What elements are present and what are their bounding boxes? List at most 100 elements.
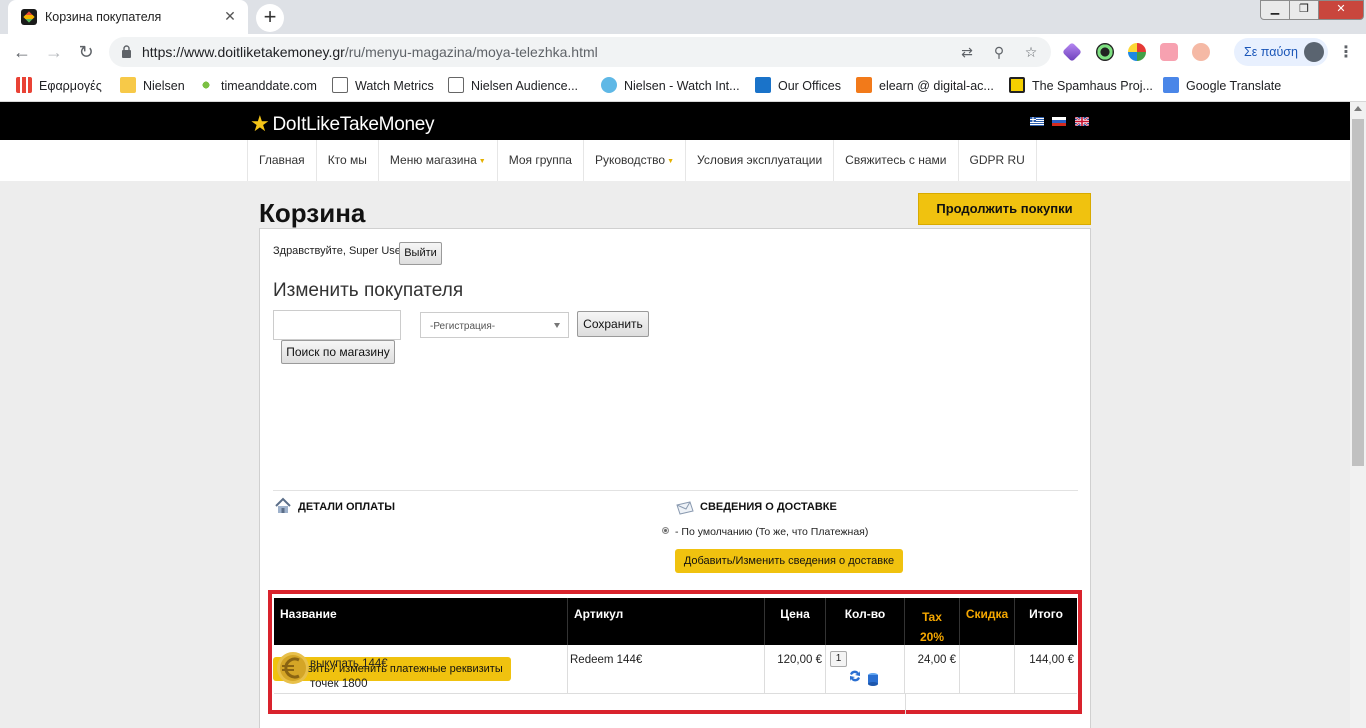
delete-item-icon[interactable] <box>867 672 879 686</box>
row-tax-cell: 24,00 € <box>905 645 960 693</box>
row-sku-cell: Redeem 144€ <box>568 645 765 693</box>
bookmark-nielsen-audience[interactable]: Nielsen Audience... <box>448 77 578 95</box>
google-translate-icon <box>1163 77 1179 93</box>
bookmark-apps[interactable]: Εφαρμογές <box>16 77 102 95</box>
camera-extension-icon[interactable] <box>1096 43 1114 61</box>
section-divider <box>273 490 1078 491</box>
nav-about[interactable]: Кто мы <box>317 140 379 181</box>
back-arrow-icon[interactable]: ← <box>10 40 34 64</box>
timeanddate-icon <box>198 77 214 93</box>
col-price: Цена <box>765 598 826 645</box>
row-price-cell: 120,00 € <box>765 645 826 693</box>
spamhaus-icon <box>1009 77 1025 93</box>
nav-guide[interactable]: Руководство ▼ <box>584 140 687 181</box>
browser-toolbar: ← → ↻ https://www.doitliketakemoney.gr/r… <box>0 34 1366 70</box>
feather-extension-icon[interactable] <box>1062 42 1082 62</box>
translate-icon[interactable]: ⇄ <box>958 43 976 61</box>
reload-icon[interactable]: ↻ <box>74 40 98 64</box>
profile-button[interactable]: Σε παύση <box>1234 38 1328 66</box>
site-logo[interactable]: ★ DoItLikeTakeMoney <box>250 111 435 137</box>
update-quantity-icon[interactable] <box>848 669 862 683</box>
tab-close-icon[interactable]: ✕ <box>222 8 238 24</box>
n-logo-icon <box>755 77 771 93</box>
russian-flag-icon[interactable] <box>1052 117 1066 126</box>
bookmark-our-offices[interactable]: Our Offices <box>755 77 841 95</box>
tab-strip: Корзина покупателя ✕ + ▁ ❐ ✕ <box>0 0 1366 34</box>
logout-button[interactable]: Выйти <box>399 242 442 265</box>
continue-shopping-button[interactable]: Продолжить покупки <box>918 193 1091 225</box>
nav-terms[interactable]: Условия эксплуатации <box>686 140 835 181</box>
new-tab-button[interactable]: + <box>256 4 284 32</box>
shipping-default-label: - По умолчанию (То же, что Платежная) <box>675 526 869 538</box>
url-text: https://www.doitliketakemoney.gr/ru/meny… <box>142 44 598 60</box>
address-bar[interactable]: https://www.doitliketakemoney.gr/ru/meny… <box>109 37 1051 67</box>
shop-search-button[interactable]: Поиск по магазину <box>281 340 395 364</box>
table-header-row: Название Артикул Цена Кол-во Tax 20% Ски… <box>274 598 1077 645</box>
col-tax-label: Tax <box>922 610 942 624</box>
browser-tab-active[interactable]: Корзина покупателя ✕ <box>8 0 248 34</box>
product-name[interactable]: выкупать 144€ <box>310 654 388 674</box>
bookmark-nielsen[interactable]: Nielsen <box>120 77 185 95</box>
bookmark-nielsen-watch[interactable]: Nielsen - Watch Int... <box>601 77 740 95</box>
col-tax: Tax 20% <box>905 598 960 645</box>
uk-flag-icon[interactable] <box>1075 117 1089 126</box>
window-maximize-button[interactable]: ❐ <box>1289 0 1319 20</box>
row-total-cell: 144,00 € <box>1029 654 1074 666</box>
folder-icon <box>120 77 136 93</box>
col-tax-rate: 20% <box>919 630 945 644</box>
page-scrollbar[interactable] <box>1350 102 1366 728</box>
bookmark-star-icon[interactable]: ☆ <box>1022 43 1040 61</box>
window-minimize-button[interactable]: ▁ <box>1260 0 1290 20</box>
row-discount-cell <box>960 645 1015 693</box>
main-navigation: Главная Кто мы Меню магазина ▼ Моя группа… <box>0 140 1350 181</box>
registration-select[interactable]: -Регистрация- <box>420 312 569 338</box>
scrollbar-thumb[interactable] <box>1352 119 1364 466</box>
tab-title: Корзина покупателя <box>45 10 162 24</box>
col-discount: Скидка <box>960 598 1015 645</box>
scroll-up-icon[interactable] <box>1354 106 1362 111</box>
save-button[interactable]: Сохранить <box>577 311 649 337</box>
window-close-button[interactable]: ✕ <box>1318 0 1364 20</box>
nav-home[interactable]: Главная <box>248 140 317 181</box>
forward-arrow-icon[interactable]: → <box>42 40 66 64</box>
euro-coin-icon <box>277 652 309 684</box>
buyer-search-input[interactable] <box>273 310 401 340</box>
apps-grid-icon <box>16 77 32 93</box>
bookmark-watch-metrics[interactable]: Watch Metrics <box>332 77 434 95</box>
site-header: ★ DoItLikeTakeMoney <box>0 102 1350 140</box>
quantity-input[interactable]: 1 <box>830 651 847 667</box>
share-extension-icon[interactable] <box>1160 43 1178 61</box>
caret-down-icon: ▼ <box>478 158 486 165</box>
bookmark-google-translate[interactable]: Google Translate <box>1163 77 1281 95</box>
nav-shop-menu[interactable]: Меню магазина ▼ <box>379 140 498 181</box>
table-column-divider <box>905 694 906 714</box>
profile-status: Σε παύση <box>1244 45 1298 59</box>
zoom-icon[interactable]: ⚲ <box>990 43 1008 61</box>
billing-details-heading: ДЕТАЛИ ОПЛАТЫ <box>298 501 396 513</box>
avatar <box>1304 42 1324 62</box>
site-favicon-icon <box>21 9 37 25</box>
color-picker-extension-icon[interactable] <box>1128 43 1146 61</box>
product-points: точек 1800 <box>310 678 368 690</box>
shipping-default-radio[interactable] <box>662 527 669 534</box>
bookmark-spamhaus[interactable]: The Spamhaus Proj... <box>1009 77 1153 95</box>
browser-menu-icon[interactable]: ⋮ <box>1338 42 1354 62</box>
bookmark-timeanddate[interactable]: timeanddate.com <box>198 77 317 95</box>
table-row-divider <box>274 693 1077 694</box>
greeting-text: Здравствуйте, Super User <box>273 245 405 257</box>
page-icon <box>332 77 348 93</box>
bookmark-elearn[interactable]: elearn @ digital-ac... <box>856 77 994 95</box>
bookmarks-bar: Εφαρμογές Nielsen timeanddate.com Watch … <box>0 70 1366 102</box>
page-viewport: ★ DoItLikeTakeMoney Главная Кто мы Меню м… <box>0 102 1350 728</box>
col-qty: Кол-во <box>826 598 905 645</box>
nav-contact[interactable]: Свяжитесь с нами <box>834 140 959 181</box>
edit-shipping-button[interactable]: Добавить/Изменить сведения о доставке <box>675 549 903 573</box>
greek-flag-icon[interactable] <box>1030 117 1044 126</box>
chevron-down-icon <box>554 323 560 328</box>
moodle-icon <box>856 77 872 93</box>
mask-extension-icon[interactable] <box>1192 43 1210 61</box>
nav-gdpr[interactable]: GDPR RU <box>959 140 1037 181</box>
caret-down-icon: ▼ <box>667 158 675 165</box>
page-icon <box>448 77 464 93</box>
nav-my-group[interactable]: Моя группа <box>498 140 584 181</box>
